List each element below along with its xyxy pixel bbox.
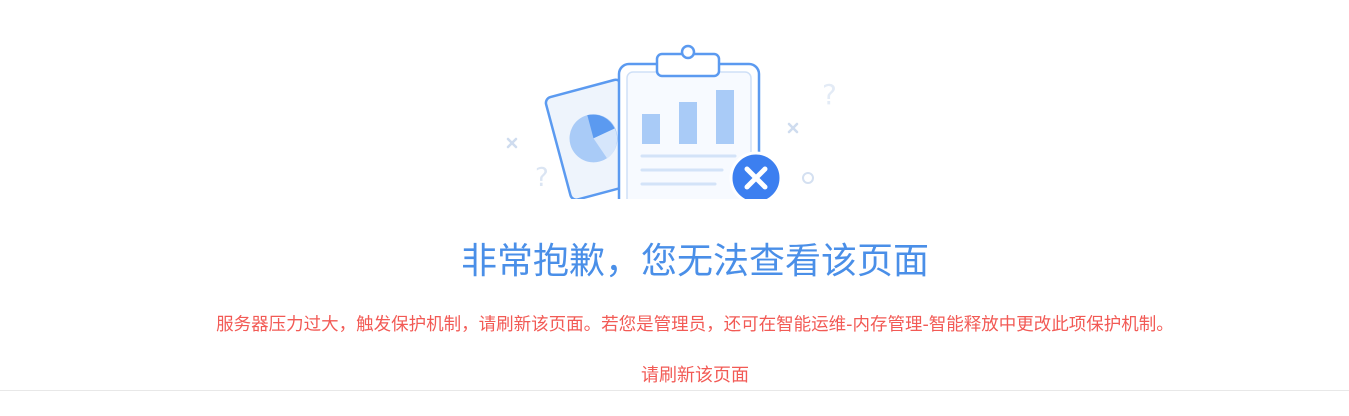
- divider: [0, 390, 1349, 391]
- question-mark-icon: ?: [535, 163, 549, 193]
- error-page: ? ? 非常抱歉，您无法查看该页面 服务器压力过大，触发保护机制，请刷新该页面。…: [0, 0, 1349, 416]
- page-title: 非常抱歉，您无法查看该页面: [460, 241, 929, 282]
- clipboard-chart-illustration: ? ?: [0, 44, 1349, 205]
- cross-mark-icon: [506, 137, 518, 149]
- error-x-icon: [729, 151, 783, 205]
- cross-mark-icon: [787, 122, 799, 134]
- question-mark-icon: ?: [822, 78, 837, 111]
- refresh-page-link[interactable]: 请刷新该页面: [0, 363, 1349, 389]
- error-message: 服务器压力过大，触发保护机制，请刷新该页面。若您是管理员，还可在智能运维-内存管…: [216, 315, 1174, 335]
